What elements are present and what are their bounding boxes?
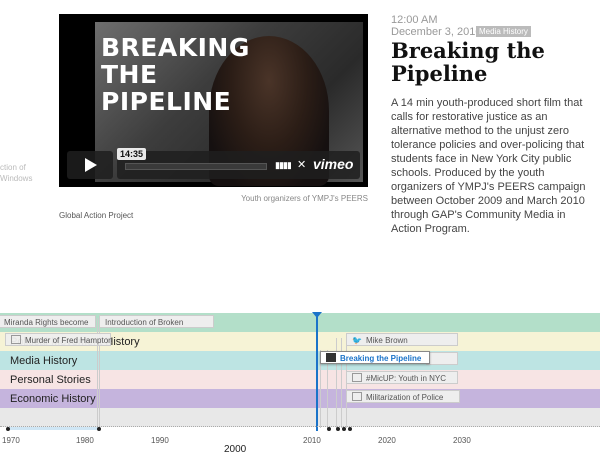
video-control-bar: ▮▮▮▮ ✕ vimeo (117, 151, 360, 179)
partial-text-line: ction of (0, 163, 26, 172)
tick-label: 2010 (303, 436, 321, 445)
video-credit: Global Action Project (59, 211, 134, 220)
decade-label: 2000 (224, 444, 247, 455)
timeline-event-breaking-the-pipeline[interactable]: Breaking the Pipeline (320, 351, 430, 364)
video-title-overlay: BREAKING THE PIPELINE (101, 33, 250, 116)
event-headline: Breaking the Pipeline (391, 38, 545, 86)
event-date: December 3, 2010 (391, 26, 482, 38)
timeline-event-militarization[interactable]: Militarization of Police (346, 390, 460, 403)
event-title: #MicUP: Youth in NYC (366, 374, 447, 383)
tick-label: 1970 (2, 436, 20, 445)
event-description: A 14 min youth-produced short film that … (391, 97, 586, 235)
video-caption: Youth organizers of YMPJ's PEERS (241, 194, 368, 203)
event-dot[interactable] (348, 427, 352, 431)
play-button[interactable] (67, 151, 113, 179)
event-dot[interactable] (336, 427, 340, 431)
event-title: Murder of Fred Hampton (25, 336, 113, 345)
event-dot[interactable] (6, 427, 10, 431)
axis-range-highlight (8, 427, 98, 430)
timeline-event-broken-windows[interactable]: Introduction of Broken (99, 315, 214, 328)
timeline-band (0, 408, 600, 427)
event-dot[interactable] (342, 427, 346, 431)
event-dot[interactable] (97, 427, 101, 431)
event-dot[interactable] (327, 427, 331, 431)
timeline-event-stub[interactable] (426, 352, 458, 365)
vimeo-logo[interactable]: vimeo (313, 156, 353, 172)
fullscreen-icon[interactable]: ✕ (297, 158, 306, 171)
timeline-event-miranda[interactable]: Miranda Rights become (0, 315, 96, 328)
tick-label: 1990 (151, 436, 169, 445)
youtube-icon (352, 373, 362, 382)
timeline-band: Media History (0, 351, 600, 370)
category-tag[interactable]: Media History (476, 26, 531, 37)
video-player[interactable]: BREAKING THE PIPELINE ▮▮▮▮ ✕ vimeo 14:35 (59, 14, 368, 187)
timeline-event-micup[interactable]: #MicUP: Youth in NYC (346, 371, 458, 384)
video-duration: 14:35 (117, 148, 147, 160)
document-icon (11, 335, 21, 344)
document-icon (352, 392, 362, 401)
tick-label: 1980 (76, 436, 94, 445)
event-title: Mike Brown (365, 336, 408, 345)
tick-label: 2020 (378, 436, 396, 445)
twitter-icon: 🐦 (352, 336, 362, 345)
band-label-personal: Personal Stories (10, 374, 91, 386)
timeline-band: Personal Stories (0, 370, 600, 389)
band-label-media: Media History (10, 355, 78, 367)
partial-text-line: Windows (0, 174, 33, 183)
partial-event-text: ction of Windows (0, 162, 32, 184)
event-time: 12:00 AM (391, 14, 438, 26)
event-title: Breaking the Pipeline (340, 354, 422, 363)
seek-bar[interactable] (125, 163, 267, 170)
film-icon (326, 353, 336, 362)
timeline-event-fred-hampton[interactable]: Murder of Fred Hampton (5, 333, 113, 346)
video-controls: ▮▮▮▮ ✕ vimeo (67, 151, 360, 179)
tick-label: 2030 (453, 436, 471, 445)
timeline-band: Economic History (0, 389, 600, 408)
timeline-current-marker[interactable] (316, 317, 318, 431)
event-title: Militarization of Police (366, 393, 444, 402)
volume-icon[interactable]: ▮▮▮▮ (275, 160, 292, 171)
band-label-economic: Economic History (10, 393, 96, 405)
timeline-event-mike-brown[interactable]: 🐦 Mike Brown (346, 333, 458, 346)
